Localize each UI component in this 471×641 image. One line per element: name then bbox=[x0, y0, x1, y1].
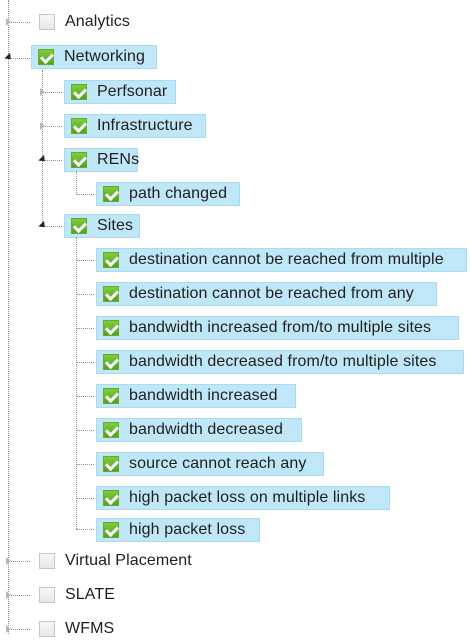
checkbox-icon[interactable] bbox=[103, 388, 119, 404]
checkbox-icon[interactable] bbox=[103, 422, 119, 438]
tree-connector bbox=[76, 294, 94, 295]
expand-icon[interactable] bbox=[2, 16, 14, 28]
expand-icon[interactable] bbox=[2, 589, 14, 601]
checkbox-icon[interactable] bbox=[103, 522, 119, 538]
tree-connector bbox=[76, 396, 94, 397]
tree-connector bbox=[76, 328, 94, 329]
tree-node-label: destination cannot be reached from multi… bbox=[129, 251, 444, 268]
tree-branch-line bbox=[76, 171, 77, 195]
tree-node-virtual-placement[interactable]: Virtual Placement bbox=[32, 549, 212, 573]
tree-node-wfms[interactable]: WFMS bbox=[32, 617, 114, 641]
tree-node-destination-unreachable-any[interactable]: destination cannot be reached from any bbox=[96, 282, 437, 306]
tree-node-networking[interactable]: Networking bbox=[31, 45, 157, 69]
checkbox-icon[interactable] bbox=[103, 186, 119, 202]
tree-node-bandwidth-decreased[interactable]: bandwidth decreased bbox=[96, 418, 302, 442]
tree-node-label: Networking bbox=[64, 48, 146, 65]
tree-node-path-changed[interactable]: path changed bbox=[96, 182, 240, 206]
collapse-icon[interactable] bbox=[36, 218, 48, 230]
checkbox-icon[interactable] bbox=[103, 354, 119, 370]
checkbox-icon[interactable] bbox=[39, 14, 55, 30]
tree-node-label: bandwidth decreased bbox=[129, 421, 284, 438]
checkbox-icon[interactable] bbox=[39, 621, 55, 637]
tree-node-label: Perfsonar bbox=[97, 83, 168, 100]
tree-connector bbox=[76, 194, 94, 195]
tree-node-label: high packet loss bbox=[129, 521, 246, 538]
tree-node-label: WFMS bbox=[65, 620, 115, 637]
tree-root-line bbox=[8, 0, 9, 634]
checkbox-icon[interactable] bbox=[71, 218, 87, 234]
tree-node-label: Infrastructure bbox=[97, 117, 193, 134]
tree-node-label: Sites bbox=[97, 217, 134, 234]
tree-node-perfsonar[interactable]: Perfsonar bbox=[64, 80, 176, 104]
checkbox-icon[interactable] bbox=[103, 252, 119, 268]
alert-tree: Analytics Networking Perfsonar Infrastru… bbox=[0, 0, 471, 637]
tree-connector bbox=[76, 260, 94, 261]
tree-node-sites[interactable]: Sites bbox=[64, 214, 140, 238]
tree-connector bbox=[76, 430, 94, 431]
tree-node-label: destination cannot be reached from any bbox=[129, 285, 414, 302]
checkbox-icon[interactable] bbox=[103, 456, 119, 472]
tree-node-label: SLATE bbox=[65, 586, 115, 603]
tree-node-bandwidth-increased[interactable]: bandwidth increased bbox=[96, 384, 296, 408]
expand-icon[interactable] bbox=[2, 555, 14, 567]
checkbox-icon[interactable] bbox=[38, 49, 54, 65]
tree-node-rens[interactable]: RENs bbox=[64, 148, 140, 172]
tree-node-label: Analytics bbox=[65, 13, 130, 30]
checkbox-icon[interactable] bbox=[39, 587, 55, 603]
tree-branch-line bbox=[76, 237, 77, 529]
checkbox-icon[interactable] bbox=[71, 152, 87, 168]
tree-node-label: bandwidth increased bbox=[129, 387, 278, 404]
tree-connector bbox=[76, 529, 94, 530]
collapse-icon[interactable] bbox=[36, 152, 48, 164]
checkbox-icon[interactable] bbox=[103, 490, 119, 506]
tree-node-label: Virtual Placement bbox=[65, 552, 192, 569]
checkbox-icon[interactable] bbox=[103, 286, 119, 302]
tree-node-analytics[interactable]: Analytics bbox=[32, 10, 144, 34]
tree-connector bbox=[76, 362, 94, 363]
checkbox-icon[interactable] bbox=[71, 118, 87, 134]
checkbox-icon[interactable] bbox=[39, 553, 55, 569]
checkbox-icon[interactable] bbox=[71, 84, 87, 100]
tree-node-source-cannot-reach-any[interactable]: source cannot reach any bbox=[96, 452, 324, 476]
tree-node-high-packet-loss-multiple[interactable]: high packet loss on multiple links bbox=[96, 486, 390, 510]
tree-node-label: source cannot reach any bbox=[129, 455, 307, 472]
checkbox-icon[interactable] bbox=[103, 320, 119, 336]
tree-connector bbox=[76, 464, 94, 465]
tree-node-high-packet-loss[interactable]: high packet loss bbox=[96, 518, 260, 542]
expand-icon[interactable] bbox=[36, 120, 48, 132]
tree-node-bandwidth-decreased-multiple[interactable]: bandwidth decreased from/to multiple sit… bbox=[96, 350, 464, 374]
tree-node-label: bandwidth increased from/to multiple sit… bbox=[129, 319, 432, 336]
tree-connector bbox=[76, 498, 94, 499]
expand-icon[interactable] bbox=[2, 623, 14, 635]
tree-node-label: path changed bbox=[129, 185, 228, 202]
expand-icon[interactable] bbox=[36, 86, 48, 98]
tree-node-label: RENs bbox=[97, 151, 140, 168]
tree-node-slate[interactable]: SLATE bbox=[32, 583, 122, 607]
collapse-icon[interactable] bbox=[2, 50, 14, 62]
tree-node-infrastructure[interactable]: Infrastructure bbox=[64, 114, 206, 138]
tree-node-label: bandwidth decreased from/to multiple sit… bbox=[129, 353, 437, 370]
tree-node-destination-unreachable-multiple[interactable]: destination cannot be reached from multi… bbox=[96, 248, 467, 272]
tree-node-label: high packet loss on multiple links bbox=[129, 489, 366, 506]
tree-node-bandwidth-increased-multiple[interactable]: bandwidth increased from/to multiple sit… bbox=[96, 316, 459, 340]
